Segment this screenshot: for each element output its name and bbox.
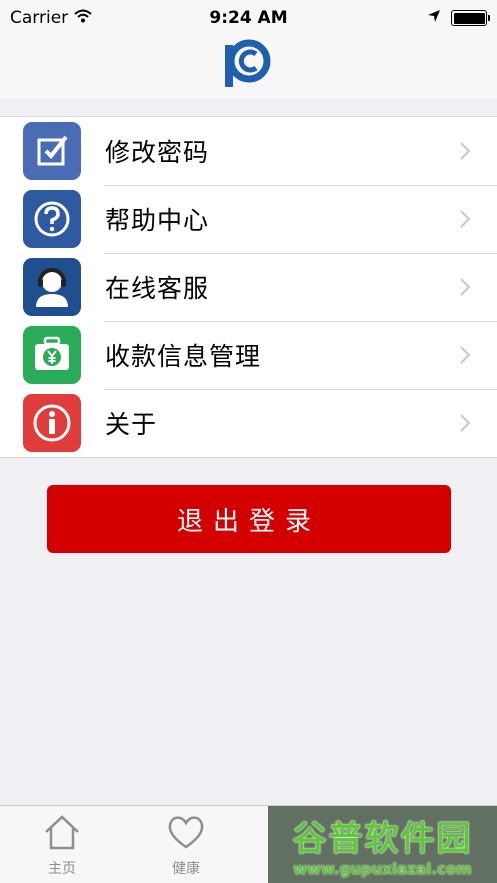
status-right bbox=[427, 8, 490, 28]
status-bar: Carrier 9:24 AM bbox=[0, 0, 497, 36]
menu-item-online-service[interactable]: 在线客服 bbox=[0, 253, 497, 321]
settings-menu: 修改密码 帮助中心 在线客服 收款信息管理 关于 bbox=[0, 116, 497, 458]
home-icon bbox=[42, 814, 82, 854]
nav-bar bbox=[0, 36, 497, 98]
chevron-right-icon bbox=[459, 141, 471, 165]
tab-label: 健康 bbox=[172, 861, 200, 877]
tab-health[interactable]: 健康 bbox=[146, 814, 226, 878]
chevron-right-icon bbox=[459, 413, 471, 437]
battery-icon bbox=[451, 10, 490, 26]
app-logo-icon bbox=[223, 39, 275, 95]
location-arrow-icon bbox=[427, 8, 441, 28]
chevron-right-icon bbox=[459, 345, 471, 369]
menu-label: 关于 bbox=[105, 410, 158, 439]
yuan-wallet-icon bbox=[23, 326, 81, 384]
support-agent-icon bbox=[23, 258, 81, 316]
chevron-right-icon bbox=[459, 209, 471, 233]
logout-button[interactable]: 退出登录 bbox=[47, 485, 451, 553]
question-icon bbox=[23, 190, 81, 248]
info-icon bbox=[23, 394, 81, 452]
carrier-label: Carrier bbox=[10, 8, 69, 28]
menu-item-help-center[interactable]: 帮助中心 bbox=[0, 185, 497, 253]
menu-item-about[interactable]: 关于 bbox=[0, 389, 497, 457]
watermark-url: www.gupuxiazai.com bbox=[293, 860, 472, 878]
watermark-title: 谷普软件园 bbox=[292, 819, 473, 859]
wifi-icon bbox=[74, 8, 92, 28]
chevron-right-icon bbox=[459, 277, 471, 301]
menu-label: 在线客服 bbox=[105, 274, 210, 303]
menu-label: 收款信息管理 bbox=[105, 342, 262, 371]
tab-label: 主页 bbox=[48, 861, 76, 877]
tab-home[interactable]: 主页 bbox=[22, 814, 102, 878]
menu-label: 帮助中心 bbox=[105, 206, 210, 235]
menu-label: 修改密码 bbox=[105, 138, 210, 167]
edit-icon bbox=[23, 122, 81, 180]
carrier-group: Carrier bbox=[10, 8, 92, 28]
watermark: 谷普软件园 www.gupuxiazai.com bbox=[268, 806, 497, 883]
menu-item-change-password[interactable]: 修改密码 bbox=[0, 117, 497, 185]
menu-item-payment-info[interactable]: 收款信息管理 bbox=[0, 321, 497, 389]
heart-icon bbox=[166, 814, 206, 854]
